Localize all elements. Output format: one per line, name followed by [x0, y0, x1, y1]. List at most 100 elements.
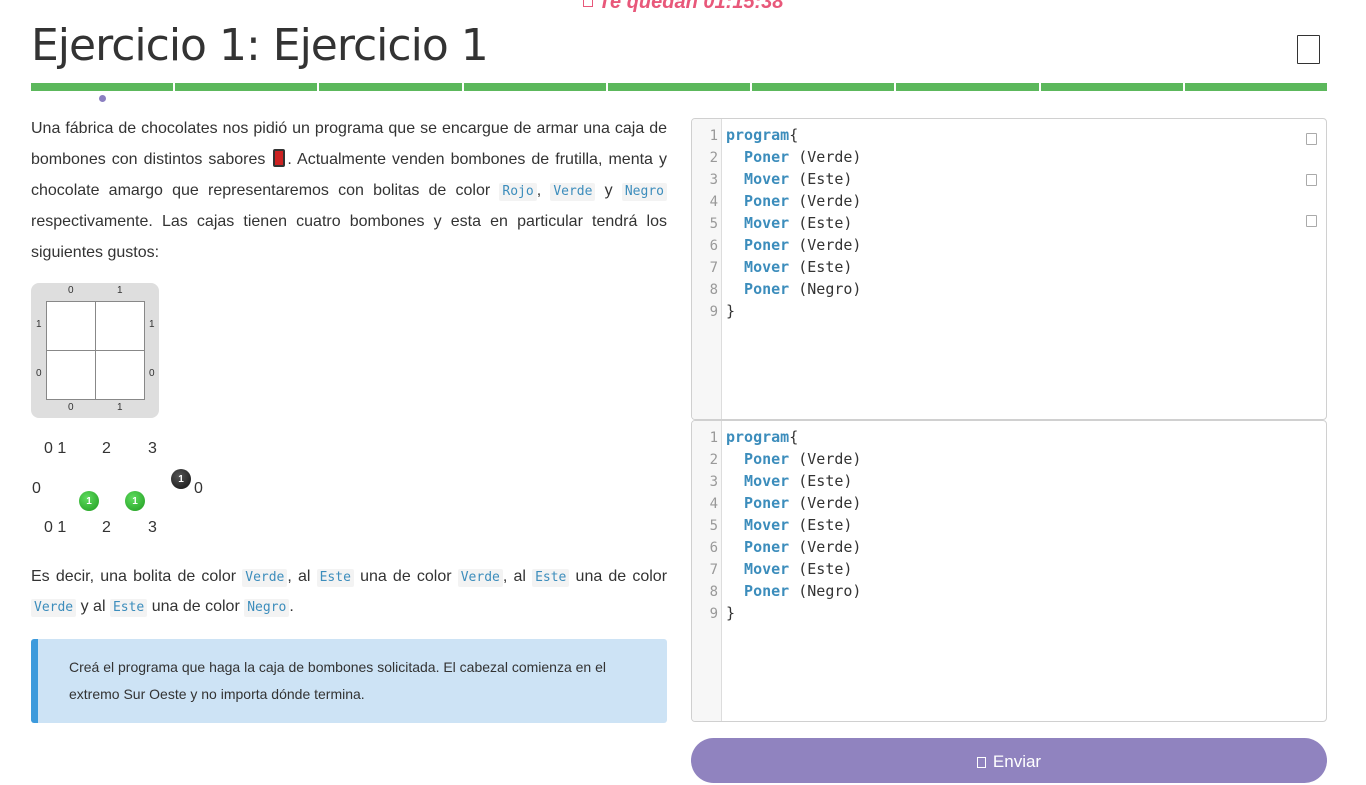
code-text: }: [726, 604, 736, 622]
progress-segment[interactable]: [175, 83, 318, 91]
progress-segment[interactable]: [1184, 83, 1327, 91]
code-line[interactable]: 9}: [692, 602, 1326, 624]
code-editor-solution[interactable]: 1 program{ 2 Poner (Verde) 3 Mover (Este)…: [691, 420, 1327, 722]
explanation-text: una de color: [575, 568, 668, 585]
code-text: (Verde): [789, 148, 862, 166]
code-line[interactable]: 5 Mover (Este): [692, 212, 1326, 234]
code-line[interactable]: 3 Mover (Este): [692, 168, 1326, 190]
conjunction: y: [604, 182, 613, 199]
code-text: (Este): [789, 560, 853, 578]
code-text: (Este): [789, 516, 853, 534]
board-label: 0: [68, 402, 74, 413]
board-label: 1: [36, 319, 42, 330]
code-text: (Verde): [789, 192, 862, 210]
column-label: 2: [102, 519, 111, 536]
line-number: 2: [709, 452, 718, 468]
send-icon: [976, 757, 986, 768]
column-label: 0 1: [44, 519, 67, 536]
code-line[interactable]: 6 Poner (Verde): [692, 536, 1326, 558]
code-keyword: program: [726, 428, 790, 446]
exercise-explanation: Es decir, una bolita de color Verde, al …: [31, 562, 667, 622]
submit-label: Enviar: [992, 752, 1042, 771]
explanation-text: una de color: [151, 598, 240, 615]
code-keyword: Mover: [726, 472, 790, 490]
copy-icon[interactable]: [1306, 133, 1317, 145]
code-text: (Este): [789, 258, 853, 276]
code-line[interactable]: 3 Mover (Este): [692, 470, 1326, 492]
submit-button[interactable]: Enviar: [691, 738, 1327, 783]
code-negro: Negro: [244, 599, 290, 617]
code-line[interactable]: 4 Poner (Verde): [692, 190, 1326, 212]
code-line[interactable]: 8 Poner (Negro): [692, 580, 1326, 602]
code-keyword: Poner: [726, 494, 790, 512]
grid-line: [47, 350, 144, 351]
line-number: 2: [709, 150, 718, 166]
line-number: 1: [709, 128, 718, 144]
time-remaining: Te quedan 01:15:38: [0, 0, 1366, 14]
code-text: (Verde): [789, 450, 862, 468]
code-line[interactable]: 2 Poner (Verde): [692, 448, 1326, 470]
editor-lines[interactable]: 1 program{ 2 Poner (Verde) 3 Mover (Este)…: [692, 426, 1326, 624]
reset-icon[interactable]: [1306, 174, 1317, 186]
code-keyword: program: [726, 126, 790, 144]
board-label: 1: [149, 319, 155, 330]
code-line[interactable]: 6 Poner (Verde): [692, 234, 1326, 256]
code-line[interactable]: 7 Mover (Este): [692, 558, 1326, 580]
code-editor[interactable]: 1 program{ 2 Poner (Verde) 3 Mover (Este)…: [691, 118, 1327, 420]
current-exercise-indicator: [99, 95, 106, 102]
code-line[interactable]: 2 Poner (Verde): [692, 146, 1326, 168]
code-text: {: [789, 126, 799, 144]
code-text: (Verde): [789, 494, 862, 512]
code-keyword: Mover: [726, 214, 790, 232]
fullscreen-editor-icon[interactable]: [1306, 215, 1317, 227]
line-number: 8: [709, 282, 718, 298]
code-negro: Negro: [621, 183, 667, 201]
line-number: 9: [709, 304, 718, 320]
code-line[interactable]: 1 program{: [692, 426, 1326, 448]
progress-segment[interactable]: [752, 83, 895, 91]
editor-lines[interactable]: 1 program{ 2 Poner (Verde) 3 Mover (Este)…: [692, 124, 1326, 322]
progress-segment[interactable]: [1040, 83, 1183, 91]
column-label: 3: [148, 519, 157, 536]
code-text: }: [726, 302, 736, 320]
code-text: {: [789, 428, 799, 446]
code-line[interactable]: 5 Mover (Este): [692, 514, 1326, 536]
code-text: (Este): [789, 472, 853, 490]
row-label: 0: [194, 480, 203, 497]
code-keyword: Mover: [726, 516, 790, 534]
explanation-text: Es decir, una bolita de color: [31, 568, 237, 585]
code-este: Este: [109, 599, 148, 617]
explanation-text: una de color: [360, 568, 452, 585]
column-label: 0 1: [44, 440, 67, 457]
instruction-callout: Creá el programa que haga la caja de bom…: [31, 639, 667, 723]
timer-text: Te quedan 01:15:38: [598, 0, 784, 13]
line-number: 8: [709, 584, 718, 600]
line-number: 7: [709, 562, 718, 578]
separator: ,: [536, 182, 542, 199]
line-number: 3: [709, 172, 718, 188]
code-line[interactable]: 7 Mover (Este): [692, 256, 1326, 278]
progress-segment[interactable]: [607, 83, 751, 91]
progress-segment[interactable]: [896, 83, 1039, 91]
explanation-text: , al: [502, 568, 526, 585]
code-keyword: Mover: [726, 258, 790, 276]
board-label: 1: [117, 402, 123, 413]
fullscreen-icon[interactable]: [1297, 35, 1320, 64]
line-number: 4: [709, 194, 718, 210]
line-number: 5: [709, 518, 718, 534]
description-text: respectivamente. Las cajas tienen cuatro…: [31, 213, 667, 261]
code-line[interactable]: 1 program{: [692, 124, 1326, 146]
progress-segment[interactable]: [319, 83, 462, 91]
code-keyword: Mover: [726, 560, 790, 578]
line-number: 6: [709, 540, 718, 556]
code-line[interactable]: 8 Poner (Negro): [692, 278, 1326, 300]
code-line[interactable]: 4 Poner (Verde): [692, 492, 1326, 514]
progress-segment[interactable]: [463, 83, 606, 91]
code-verde: Verde: [31, 599, 77, 617]
code-este: Este: [316, 569, 354, 587]
board-grid: [46, 301, 145, 400]
progress-segment[interactable]: [31, 83, 174, 91]
chocolate-icon: [273, 149, 286, 167]
code-line[interactable]: 9}: [692, 300, 1326, 322]
code-text: (Verde): [789, 538, 862, 556]
